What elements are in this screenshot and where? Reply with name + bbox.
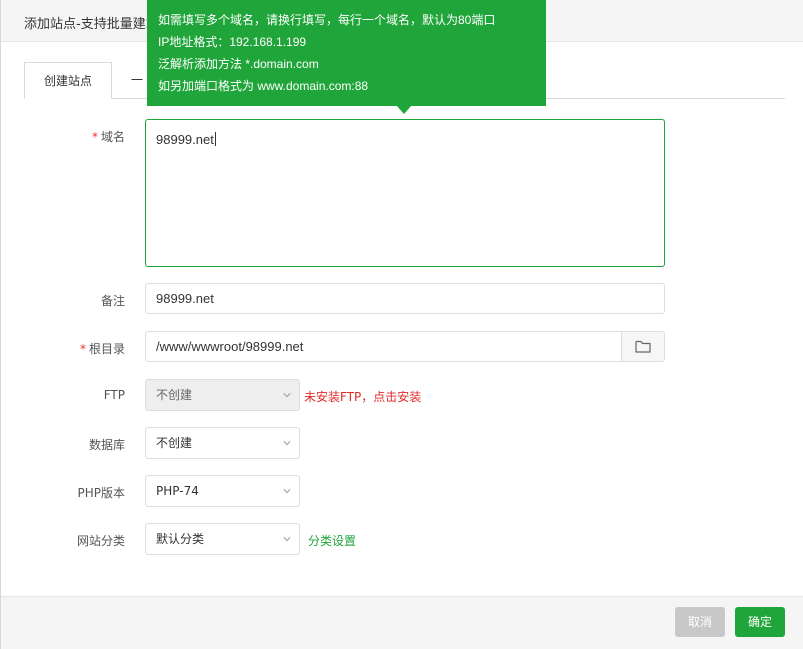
folder-icon — [635, 340, 651, 353]
ftp-select[interactable]: 不创建 — [145, 379, 300, 411]
chevron-down-icon — [283, 441, 291, 446]
domain-textarea-value: 98999.net — [156, 132, 214, 147]
database-select[interactable]: 不创建 — [145, 427, 300, 459]
dialog-title: 添加站点-支持批量建站 — [24, 17, 159, 32]
add-site-dialog: 添加站点-支持批量建站 创建站点 一 * 域名 98999.net 备注 9899… — [0, 0, 803, 649]
domain-textarea[interactable]: 98999.net — [145, 119, 665, 267]
text-caret — [214, 132, 216, 146]
confirm-button[interactable]: 确定 — [735, 607, 785, 637]
tooltip-arrow — [397, 106, 411, 114]
site-category-select-value: 默认分类 — [156, 532, 205, 546]
chevron-down-icon — [283, 393, 291, 398]
chevron-down-icon — [283, 537, 291, 542]
tooltip-line: 如另加端口格式为 www.domain.com:88 — [158, 79, 369, 93]
database-label: 数据库 — [88, 438, 125, 452]
cancel-button[interactable]: 取消 — [675, 607, 725, 637]
domain-label-text: 域名 — [100, 130, 125, 144]
tooltip-line: 如需填写多个域名，请换行填写，每行一个域名，默认为80端口 — [158, 13, 496, 27]
site-category-select[interactable]: 默认分类 — [145, 523, 300, 555]
chevron-down-icon — [283, 489, 291, 494]
required-mark: * — [91, 130, 98, 144]
tooltip-line: IP地址格式：192.168.1.199 — [158, 35, 307, 49]
php-version-select-value: PHP-74 — [156, 484, 199, 498]
root-dir-label: * 根目录 — [15, 340, 125, 357]
ftp-select-value: 不创建 — [156, 388, 193, 402]
ftp-install-link[interactable]: 未安装FTP，点击安装 — [304, 388, 421, 405]
site-category-label: 网站分类 — [76, 534, 125, 548]
root-dir-input[interactable]: /www/wwwroot/98999.net — [145, 331, 622, 362]
browse-folder-button[interactable] — [621, 331, 665, 362]
tab-create-site[interactable]: 创建站点 — [24, 62, 112, 99]
domain-help-tooltip: 如需填写多个域名，请换行填写，每行一个域名，默认为80端口 IP地址格式：192… — [147, 0, 546, 106]
remark-label: 备注 — [100, 294, 125, 308]
category-settings-link[interactable]: 分类设置 — [308, 532, 356, 549]
php-version-label: PHP版本 — [77, 486, 126, 500]
root-dir-label-text: 根目录 — [88, 342, 125, 356]
ftp-label: FTP — [103, 388, 125, 402]
required-mark: * — [79, 342, 86, 356]
domain-label: * 域名 — [15, 128, 125, 145]
database-select-value: 不创建 — [156, 436, 193, 450]
dialog-footer: 取消 确定 — [1, 596, 803, 649]
php-version-select[interactable]: PHP-74 — [145, 475, 300, 507]
tooltip-line: 泛解析添加方法 *.domain.com — [158, 57, 319, 71]
remark-input[interactable]: 98999.net — [145, 283, 665, 314]
